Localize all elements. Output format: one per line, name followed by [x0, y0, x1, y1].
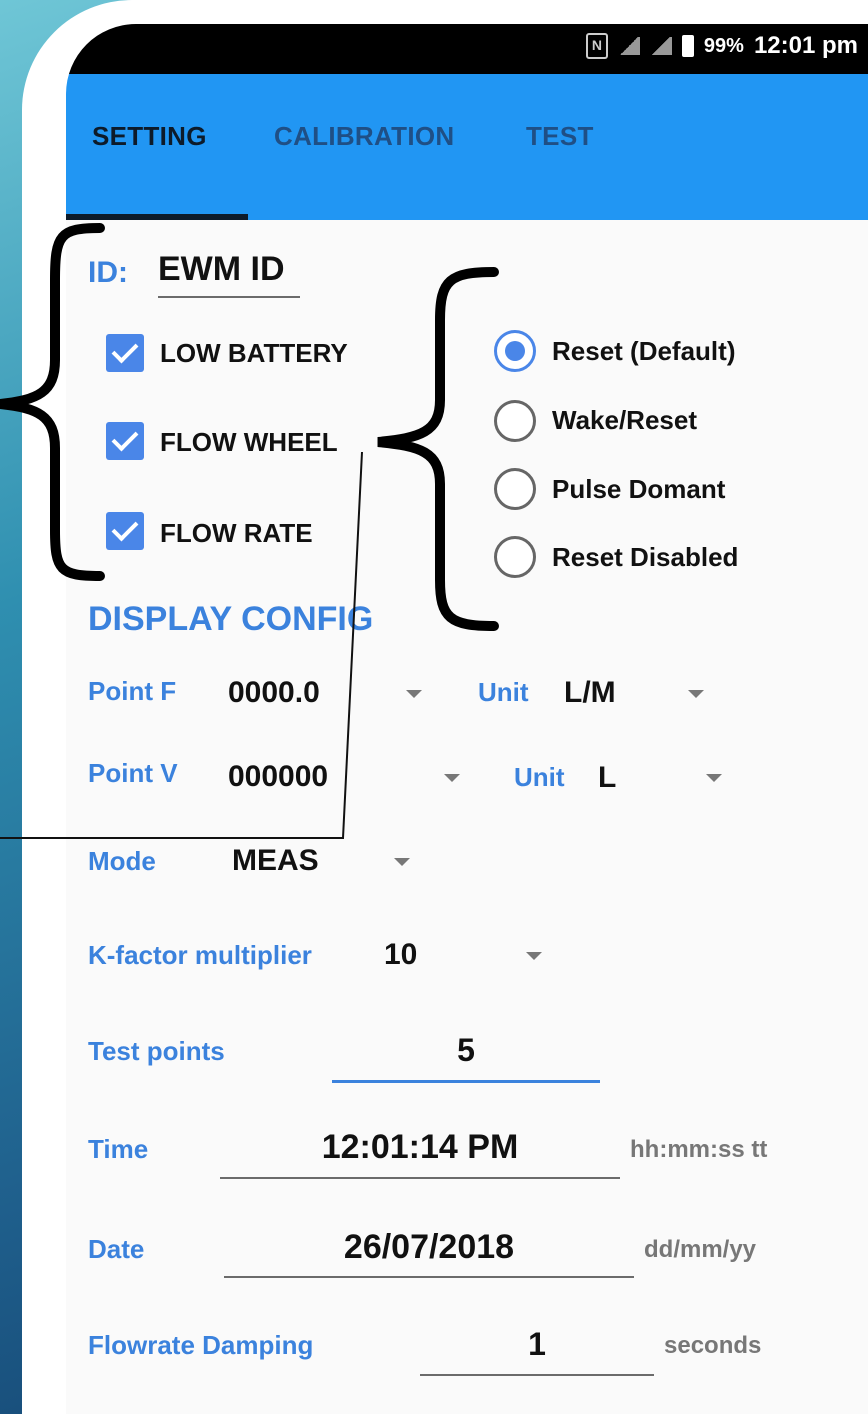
reset-disabled-label: Reset Disabled: [552, 542, 739, 572]
display-config-heading: DISPLAY CONFIG: [88, 600, 374, 638]
date-input[interactable]: 26/07/2018: [224, 1228, 634, 1267]
tab-calibration[interactable]: CALIBRATION: [274, 121, 454, 152]
point-f-value[interactable]: 0000.0: [228, 676, 320, 710]
tab-test[interactable]: TEST: [526, 121, 594, 152]
id-input[interactable]: EWM ID: [158, 250, 285, 289]
unit-f-value[interactable]: L/M: [564, 676, 616, 710]
point-f-dropdown-icon[interactable]: [406, 690, 422, 698]
battery-icon: [681, 35, 694, 57]
low-battery-label: LOW BATTERY: [160, 338, 348, 368]
tab-indicator: [66, 214, 248, 220]
battery-percent: 99%: [703, 34, 744, 57]
time-input[interactable]: 12:01:14 PM: [220, 1128, 620, 1167]
app-screen: N 99% 12:01 pm SETTING CALIBRATION TEST …: [66, 24, 868, 1414]
id-input-underline: [158, 296, 300, 298]
point-f-label: Point F: [88, 676, 177, 706]
id-label: ID:: [88, 256, 128, 289]
point-v-label: Point V: [88, 758, 178, 788]
time-label: Time: [88, 1134, 149, 1164]
signal-icon: [617, 37, 640, 55]
phone-frame: N 99% 12:01 pm SETTING CALIBRATION TEST …: [22, 0, 868, 1414]
mode-value[interactable]: MEAS: [232, 844, 319, 878]
test-points-underline: [332, 1080, 600, 1083]
test-points-label: Test points: [88, 1036, 225, 1066]
flow-rate-checkbox[interactable]: [106, 512, 144, 550]
damping-unit-hint: seconds: [664, 1332, 762, 1359]
flow-rate-label: FLOW RATE: [160, 518, 313, 548]
time-format-hint: hh:mm:ss tt: [630, 1136, 768, 1163]
mode-dropdown-icon[interactable]: [394, 858, 410, 866]
unit-f-dropdown-icon[interactable]: [688, 690, 704, 698]
date-underline: [224, 1276, 634, 1278]
reset-disabled-radio[interactable]: [494, 536, 536, 578]
nfc-icon: N: [585, 33, 608, 59]
reset-default-label: Reset (Default): [552, 336, 736, 366]
kfactor-dropdown-icon[interactable]: [526, 952, 542, 960]
mode-label: Mode: [88, 846, 156, 876]
wake-reset-label: Wake/Reset: [552, 405, 697, 435]
unit-v-label: Unit: [514, 762, 565, 792]
kfactor-value[interactable]: 10: [384, 938, 417, 972]
flow-wheel-label: FLOW WHEEL: [160, 427, 338, 457]
unit-v-dropdown-icon[interactable]: [706, 774, 722, 782]
flowrate-damping-label: Flowrate Damping: [88, 1330, 314, 1360]
date-label: Date: [88, 1234, 145, 1264]
point-v-dropdown-icon[interactable]: [444, 774, 460, 782]
flowrate-damping-underline: [420, 1374, 654, 1376]
reset-default-radio[interactable]: [494, 330, 536, 372]
flow-wheel-checkbox[interactable]: [106, 422, 144, 460]
tab-setting[interactable]: SETTING: [92, 121, 207, 152]
status-time: 12:01 pm: [753, 32, 858, 59]
pulse-domant-radio[interactable]: [494, 468, 536, 510]
status-bar: N 99% 12:01 pm: [66, 24, 868, 74]
unit-v-value[interactable]: L: [598, 761, 616, 795]
low-battery-checkbox[interactable]: [106, 334, 144, 372]
test-points-input[interactable]: 5: [332, 1032, 600, 1069]
app-bar: SETTING CALIBRATION TEST: [66, 74, 868, 220]
date-format-hint: dd/mm/yy: [644, 1236, 757, 1263]
point-v-value[interactable]: 000000: [228, 760, 328, 794]
flowrate-damping-input[interactable]: 1: [420, 1326, 654, 1363]
pulse-domant-label: Pulse Domant: [552, 474, 726, 504]
unit-f-label: Unit: [478, 677, 529, 707]
kfactor-label: K-factor multiplier: [88, 940, 312, 970]
time-underline: [220, 1177, 620, 1179]
status-icons: N 99% 12:01 pm: [585, 32, 858, 60]
wake-reset-radio[interactable]: [494, 400, 536, 442]
signal-icon-2: [649, 37, 672, 55]
